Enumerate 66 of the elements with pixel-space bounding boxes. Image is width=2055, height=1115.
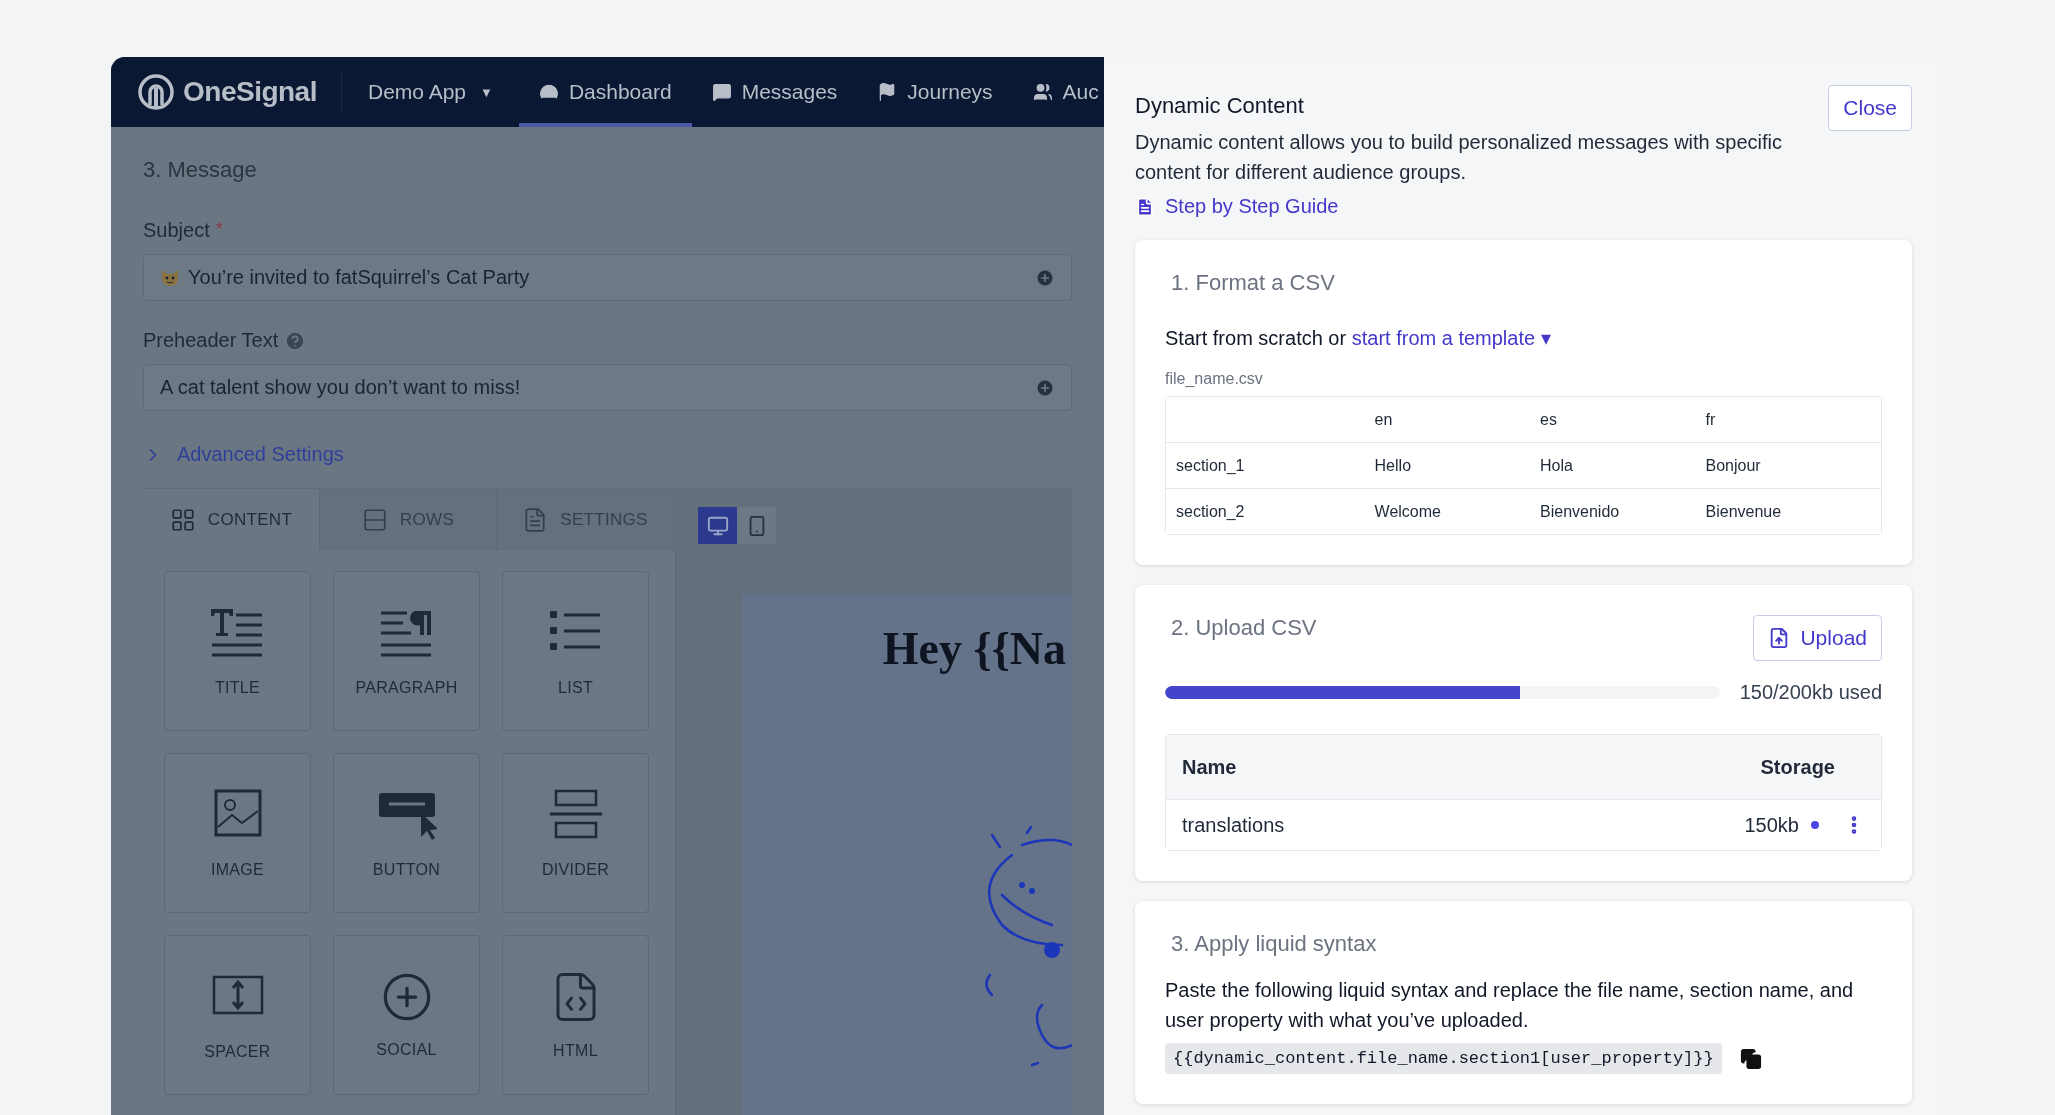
guide-link[interactable]: Step by Step Guide (1135, 195, 1912, 218)
field-label: Subject (143, 219, 210, 242)
nav-tab[interactable]: Auc (1012, 57, 1104, 127)
table-cell-text: section_1 (1176, 456, 1246, 475)
table-cell-text: translations (1182, 813, 1286, 837)
preheader-field[interactable]: A cat talent show you don’t want to miss! (143, 364, 1072, 411)
desktop-view-button[interactable] (698, 507, 737, 544)
table-cell-text: Bonjour (1705, 456, 1762, 475)
card-title: 2. Upload CSV (1171, 615, 1317, 641)
add-icon[interactable] (1035, 267, 1055, 288)
subject-field[interactable]: You’re invited to fatSquirrel’s Cat Party (143, 254, 1072, 301)
rows-icon (361, 507, 388, 533)
content-block-tile[interactable]: TITLE (164, 571, 311, 731)
copy-icon[interactable] (1739, 1047, 1762, 1070)
mobile-view-button[interactable] (737, 507, 776, 544)
content-block-tile[interactable]: DIVIDER (502, 753, 649, 913)
table-cell: 150kb (1744, 813, 1799, 837)
panel-title: Dynamic Content (1135, 93, 1305, 119)
column-header: Name (1182, 755, 1238, 779)
panel-description: Dynamic content allows you to build personalized messages with specific content for different audience groups. (1135, 130, 1783, 185)
column-header: Storage (1759, 755, 1835, 779)
upload-button[interactable]: Upload (1753, 615, 1882, 661)
nav-tab[interactable]: Journeys (857, 57, 1013, 127)
chat-bubble-icon (711, 82, 732, 102)
instructions-text: Paste the following liquid syntax and replace the file name, section name, and user property with what you’ve uploaded. (1165, 978, 1855, 1033)
help-icon[interactable] (284, 329, 307, 352)
brand-name: OneSignal (183, 76, 317, 108)
close-button[interactable]: Close (1828, 85, 1912, 131)
section-heading: 3. Message (143, 157, 258, 183)
add-icon[interactable] (1035, 377, 1055, 398)
column-header: es (1540, 410, 1558, 429)
column-header: en (1374, 410, 1394, 429)
content-block-tile[interactable]: SPACER (164, 935, 311, 1095)
card-title: 3. Apply liquid syntax (1171, 931, 1378, 957)
usage-text: 150/200kb used (1739, 681, 1882, 704)
table-cell-text: Hola (1540, 456, 1574, 475)
document-icon (1135, 196, 1155, 217)
table-cell-text: Welcome (1374, 502, 1442, 521)
card-title: 1. Format a CSV (1171, 270, 1336, 296)
advanced-settings-link[interactable]: Advanced Settings (143, 443, 1072, 466)
content-block-tile[interactable]: SOCIAL (333, 935, 480, 1095)
content-block-tile[interactable]: LIST (502, 571, 649, 731)
people-icon (1032, 82, 1053, 102)
code-snippet: {{dynamic_content.file_name.section1[user_property]}} (1165, 1043, 1722, 1074)
intro-text: Start from scratch or (1165, 327, 1348, 349)
cat-face-icon (160, 267, 180, 288)
content-block-tile[interactable]: HTML (502, 935, 649, 1095)
email-heading: Hey {{Na (882, 622, 1066, 675)
content-block-tile[interactable]: BUTTON (333, 753, 480, 913)
app-selector[interactable]: Demo App ▼ (341, 57, 519, 127)
grid-icon (169, 507, 196, 533)
table-cell-text: section_2 (1176, 502, 1246, 521)
template-link[interactable]: start from a template ▾ (1351, 327, 1551, 349)
table-cell-text: Hello (1374, 456, 1413, 475)
logo-icon (137, 73, 175, 111)
nav-tab[interactable]: Messages (691, 57, 858, 127)
content-block-tile[interactable]: PARAGRAPH (333, 571, 480, 731)
required-mark: * (215, 219, 223, 240)
field-label: Preheader Text (143, 329, 279, 352)
nav-tab[interactable]: Dashboard (518, 57, 692, 127)
table-cell-text: Bienvenue (1705, 502, 1783, 521)
column-header: fr (1705, 410, 1717, 429)
content-block-tile[interactable]: IMAGE (164, 753, 311, 913)
monitor-icon (706, 514, 729, 537)
file-name: file_name.csv (1165, 370, 1264, 388)
table-cell-text: Bienvenido (1540, 502, 1621, 521)
